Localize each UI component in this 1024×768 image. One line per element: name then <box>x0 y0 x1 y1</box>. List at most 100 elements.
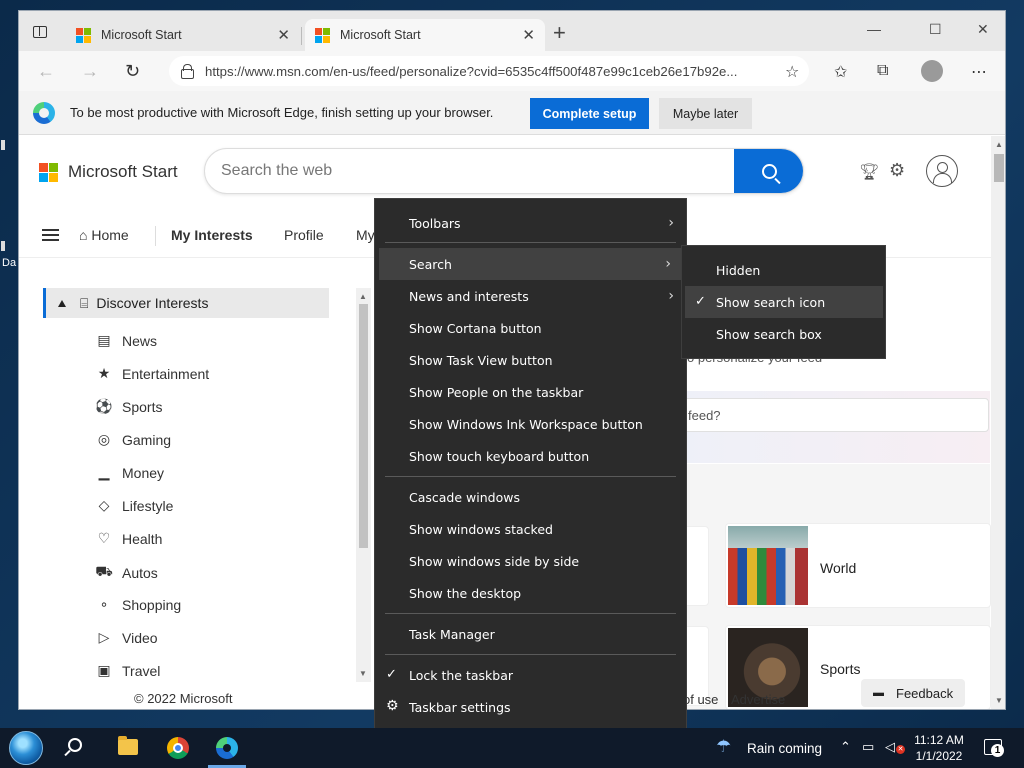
tray-chevron-icon[interactable]: ⌃ <box>840 739 851 755</box>
add-favorite-icon[interactable]: ☆ <box>785 62 799 82</box>
submenu-item-show-search-box[interactable]: Show search box <box>682 318 885 350</box>
menu-item-show-people-on-the-taskbar[interactable]: Show People on the taskbar <box>375 376 686 408</box>
maybe-later-button[interactable]: Maybe later <box>659 98 752 129</box>
nav-my-interests[interactable]: My Interests <box>171 227 253 243</box>
tree-item-gaming[interactable]: ◎ Gaming <box>95 431 171 448</box>
clock[interactable]: 11:12 AM 1/1/2022 <box>913 732 965 764</box>
collections-icon[interactable]: ⧉ <box>877 62 888 80</box>
new-tab-button[interactable]: + <box>553 22 566 44</box>
settings-gear-icon[interactable]: ⚙ <box>889 160 905 181</box>
scrollbar-thumb[interactable] <box>359 304 368 548</box>
menu-item-cascade-windows[interactable]: Cascade windows <box>375 481 686 513</box>
chrome-icon[interactable] <box>167 737 189 759</box>
tree-item-money[interactable]: ▁ Money <box>95 464 164 481</box>
brand-logo[interactable]: Microsoft Start <box>39 162 178 182</box>
page-scrollbar[interactable]: ▲ ▼ <box>991 136 1005 709</box>
tree-item-shopping[interactable]: ∘ Shopping <box>95 596 182 613</box>
chart-icon: ▁ <box>98 464 110 480</box>
menu-item-show-windows-ink-workspace-button[interactable]: Show Windows Ink Workspace button <box>375 408 686 440</box>
tree-item-health[interactable]: ♡ Health <box>95 530 163 547</box>
submenu-item-label: Show search box <box>716 326 822 342</box>
tree-item-travel[interactable]: ▣ Travel <box>95 662 160 679</box>
tab-msn-1[interactable]: Microsoft Start ✕ <box>66 19 300 51</box>
menu-item-show-the-desktop[interactable]: Show the desktop <box>375 577 686 609</box>
menu-icon[interactable] <box>42 229 59 241</box>
menu-item-show-windows-side-by-side[interactable]: Show windows side by side <box>375 545 686 577</box>
tree-item-label: Entertainment <box>122 365 210 382</box>
tree-item-entertainment[interactable]: ★ Entertainment <box>95 365 209 382</box>
nav-home[interactable]: ⌂ Home <box>79 227 129 243</box>
menu-item-label: Taskbar settings <box>409 699 511 715</box>
refresh-icon[interactable]: ↻ <box>125 61 140 82</box>
minimize-button[interactable]: — <box>867 21 881 37</box>
close-tab-icon[interactable]: ✕ <box>522 26 535 44</box>
menu-item-show-windows-stacked[interactable]: Show windows stacked <box>375 513 686 545</box>
tree-item-news[interactable]: ▤ News <box>95 332 157 349</box>
brand-name: Microsoft Start <box>68 162 178 181</box>
menu-item-show-touch-keyboard-button[interactable]: Show touch keyboard button <box>375 440 686 472</box>
profile-avatar[interactable] <box>921 60 943 82</box>
more-icon[interactable]: ⋯ <box>971 62 987 82</box>
menu-item-show-cortana-button[interactable]: Show Cortana button <box>375 312 686 344</box>
tree-item-autos[interactable]: ⛟ Autos <box>95 563 158 582</box>
heart-icon: ♡ <box>97 530 111 546</box>
tree-item-lifestyle[interactable]: ◇ Lifestyle <box>95 497 174 514</box>
search-button[interactable] <box>734 149 803 193</box>
scroll-down-icon[interactable]: ▼ <box>359 669 367 678</box>
taskbar-search-icon[interactable] <box>68 738 82 752</box>
close-tab-icon[interactable]: ✕ <box>277 26 290 44</box>
advertise-link[interactable]: Advertise <box>731 692 785 707</box>
menu-item-lock-the-taskbar[interactable]: ✓ Lock the taskbar <box>375 659 686 691</box>
personalize-input-text: feed? <box>688 407 721 423</box>
menu-item-label: Show the desktop <box>409 585 522 601</box>
feedback-button[interactable]: ▬ Feedback <box>861 679 965 707</box>
rewards-icon[interactable]: 🏆︎ <box>859 162 879 182</box>
clock-date: 1/1/2022 <box>915 749 963 763</box>
menu-item-show-task-view-button[interactable]: Show Task View button <box>375 344 686 376</box>
submenu-item-hidden[interactable]: Hidden <box>682 254 885 286</box>
edge-taskbar-icon[interactable] <box>216 737 238 759</box>
tab-msn-2[interactable]: Microsoft Start ✕ <box>305 19 545 51</box>
tree-scrollbar[interactable]: ▲ ▼ <box>356 288 371 682</box>
close-window-button[interactable]: ✕ <box>977 21 989 38</box>
umbrella-icon[interactable]: ☂ <box>716 737 731 757</box>
menu-item-toolbars[interactable]: Toolbars › <box>375 207 686 239</box>
personalize-search-input[interactable]: feed? <box>679 398 989 432</box>
terms-link[interactable]: of use <box>683 692 718 707</box>
menu-item-task-manager[interactable]: Task Manager <box>375 618 686 650</box>
nav-my[interactable]: My <box>356 227 375 243</box>
scroll-up-icon[interactable]: ▲ <box>359 292 367 301</box>
menu-item-search[interactable]: Search › <box>379 248 683 280</box>
scroll-up-icon[interactable]: ▲ <box>995 140 1003 149</box>
scroll-down-icon[interactable]: ▼ <box>995 696 1003 705</box>
network-icon[interactable]: ▭ <box>862 739 874 755</box>
volume-icon[interactable]: ◁ <box>885 739 895 755</box>
maximize-button[interactable]: ☐ <box>929 21 942 38</box>
weather-text[interactable]: Rain coming <box>747 741 822 756</box>
feedback-icon: ▬ <box>873 687 884 699</box>
nav-profile[interactable]: Profile <box>284 227 324 243</box>
gear-icon: ⚙ <box>386 698 399 714</box>
start-button[interactable] <box>9 731 43 765</box>
web-search-input[interactable]: Search the web <box>204 148 804 194</box>
menu-item-news-and-interests[interactable]: News and interests › <box>375 280 686 312</box>
address-input[interactable]: https://www.msn.com/en-us/feed/personali… <box>169 56 809 86</box>
favorites-icon[interactable]: ✩ <box>834 62 847 82</box>
back-icon[interactable]: ← <box>37 61 55 82</box>
file-explorer-icon[interactable] <box>118 736 138 755</box>
complete-setup-button[interactable]: Complete setup <box>530 98 649 129</box>
menu-separator <box>385 476 676 477</box>
desktop-icon-label[interactable]: Da <box>2 257 16 269</box>
collapse-icon[interactable] <box>58 299 66 307</box>
tree-item-label: Travel <box>122 662 161 679</box>
menu-item-taskbar-settings[interactable]: ⚙ Taskbar settings <box>375 691 686 723</box>
account-icon[interactable] <box>926 155 958 187</box>
tree-header-discover[interactable]: ⌸ Discover Interests <box>43 288 329 318</box>
lock-icon[interactable] <box>181 64 194 79</box>
forward-icon[interactable]: → <box>81 61 99 82</box>
submenu-item-show-search-icon[interactable]: ✓ Show search icon <box>685 286 883 318</box>
page-scrollbar-thumb[interactable] <box>994 154 1004 182</box>
tree-item-sports[interactable]: ⚽ Sports <box>95 398 162 415</box>
tree-item-video[interactable]: ▷ Video <box>95 629 158 646</box>
tab-actions-icon[interactable] <box>27 19 53 45</box>
